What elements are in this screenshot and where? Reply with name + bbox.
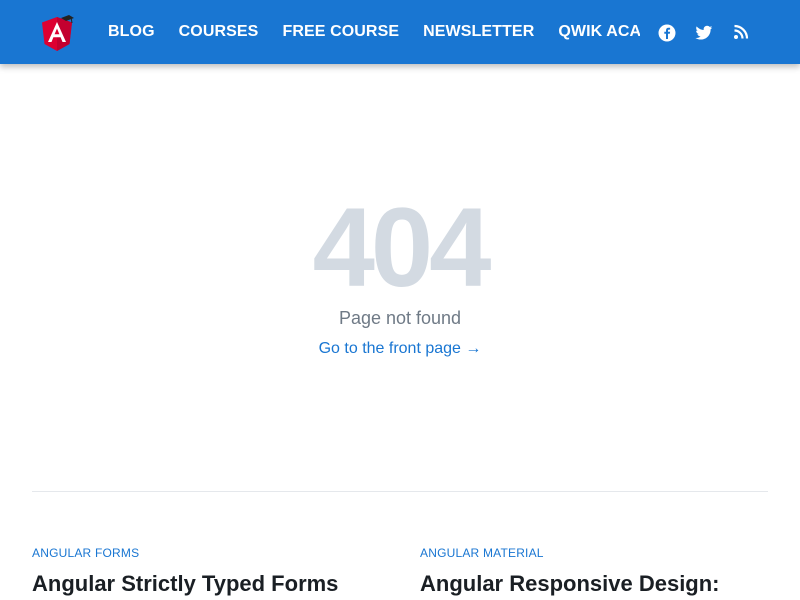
site-logo[interactable]: [40, 15, 74, 53]
post-title[interactable]: Angular Strictly Typed Forms (Complete G…: [32, 570, 392, 600]
nav-blog[interactable]: BLOG: [108, 23, 155, 41]
post-category-link[interactable]: ANGULAR FORMS: [32, 546, 392, 562]
rss-icon[interactable]: [733, 24, 751, 42]
facebook-icon[interactable]: [658, 24, 676, 42]
post-card: ANGULAR FORMS Angular Strictly Typed For…: [32, 546, 392, 600]
nav-courses[interactable]: COURSES: [179, 23, 259, 41]
main-nav: BLOG COURSES FREE COURSE NEWSLETTER QWIK…: [108, 0, 640, 64]
top-navbar: BLOG COURSES FREE COURSE NEWSLETTER QWIK…: [0, 0, 800, 64]
post-category-link[interactable]: ANGULAR MATERIAL: [420, 546, 780, 562]
nav-qwik-academy[interactable]: QWIK ACADEMY: [558, 23, 640, 41]
error-code: 404: [312, 185, 492, 310]
error-message: Page not found: [338, 308, 462, 328]
nav-free-course[interactable]: FREE COURSE: [282, 23, 399, 41]
post-title[interactable]: Angular Responsive Design: Complete Guid…: [420, 570, 780, 600]
angular-logo-icon: [42, 15, 74, 51]
section-divider: [32, 491, 768, 492]
front-page-link-wrapper: Go to the front page →: [0, 340, 800, 358]
front-page-link[interactable]: Go to the front page →: [319, 340, 482, 357]
post-card: ANGULAR MATERIAL Angular Responsive Desi…: [420, 546, 780, 600]
twitter-icon[interactable]: [695, 24, 713, 42]
nav-newsletter[interactable]: NEWSLETTER: [423, 23, 534, 41]
